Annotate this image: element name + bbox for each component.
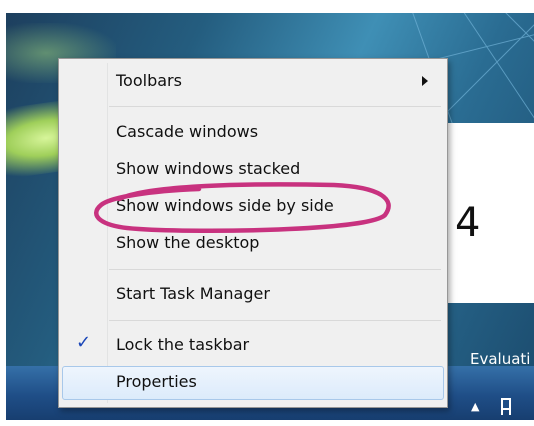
menu-item-cascade-windows[interactable]: Cascade windows [59, 116, 445, 150]
menu-item-label: Toolbars [116, 71, 182, 90]
menu-item-show-windows-stacked[interactable]: Show windows stacked [59, 153, 445, 187]
menu-separator [109, 320, 441, 321]
menu-item-label: Show windows stacked [116, 159, 301, 178]
menu-item-start-task-manager[interactable]: Start Task Manager [59, 278, 445, 312]
menu-item-label: Show windows side by side [116, 196, 334, 215]
menu-item-label: Properties [116, 372, 197, 391]
menu-item-toolbars[interactable]: Toolbars [59, 65, 445, 99]
menu-item-label: Cascade windows [116, 122, 259, 141]
evaluation-watermark: Evaluati [470, 350, 531, 368]
step-number-annotation: 4 [455, 200, 481, 246]
menu-item-label: Start Task Manager [116, 284, 270, 303]
menu-item-label: Lock the taskbar [116, 335, 250, 354]
menu-separator [109, 269, 441, 270]
menu-item-lock-the-taskbar[interactable]: ✓ Lock the taskbar [59, 329, 445, 363]
menu-item-show-windows-side-by-side[interactable]: Show windows side by side [59, 190, 445, 224]
checkmark-icon: ✓ [76, 332, 92, 353]
menu-item-show-the-desktop[interactable]: Show the desktop [59, 227, 445, 261]
taskbar-context-menu: Toolbars Cascade windows Show windows st… [58, 58, 448, 408]
show-hidden-icons-arrow-icon[interactable]: ▲ [471, 400, 479, 413]
menu-separator [109, 106, 441, 107]
action-center-flag-icon[interactable] [498, 396, 514, 416]
menu-item-properties[interactable]: Properties [62, 366, 444, 400]
chevron-right-icon [422, 76, 428, 86]
menu-item-label: Show the desktop [116, 233, 260, 252]
